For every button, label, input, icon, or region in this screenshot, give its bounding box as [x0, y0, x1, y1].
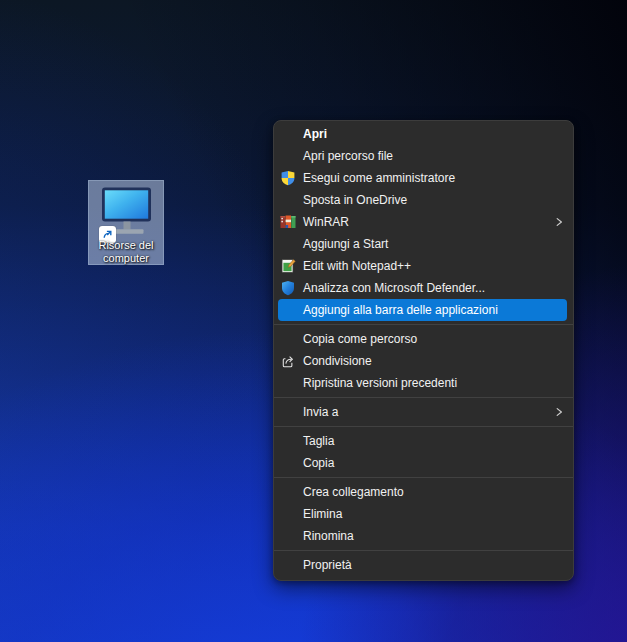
menu-item-analizza-con-microsoft-defender[interactable]: Analizza con Microsoft Defender...: [274, 277, 573, 299]
menu-item-label: Invia a: [303, 405, 338, 419]
menu-separator: [274, 477, 573, 478]
menu-item-label: Aggiungi a Start: [303, 237, 388, 251]
menu-item-apri[interactable]: Apri: [274, 123, 573, 145]
menu-item-label: Elimina: [303, 507, 342, 521]
menu-item-label: Apri: [303, 127, 327, 141]
menu-separator: [274, 324, 573, 325]
menu-separator: [274, 426, 573, 427]
defender-icon: [280, 280, 296, 296]
menu-item-apri-percorso-file[interactable]: Apri percorso file: [274, 145, 573, 167]
menu-item-label: WinRAR: [303, 215, 349, 229]
menu-item-sposta-in-onedrive[interactable]: Sposta in OneDrive: [274, 189, 573, 211]
menu-item-rinomina[interactable]: Rinomina: [274, 525, 573, 547]
menu-item-aggiungi-alla-barra-delle-applicazioni[interactable]: Aggiungi alla barra delle applicazioni: [274, 299, 573, 321]
winrar-icon: [280, 214, 296, 230]
menu-item-label: Rinomina: [303, 529, 354, 543]
submenu-chevron-icon: [554, 407, 564, 417]
menu-item-label: Aggiungi alla barra delle applicazioni: [303, 303, 498, 317]
menu-item-ripristina-versioni-precedenti[interactable]: Ripristina versioni precedenti: [274, 372, 573, 394]
menu-item-aggiungi-a-start[interactable]: Aggiungi a Start: [274, 233, 573, 255]
submenu-chevron-icon: [554, 217, 564, 227]
desktop-icon-label: Risorse del computer: [83, 239, 169, 264]
menu-item-label: Ripristina versioni precedenti: [303, 376, 457, 390]
menu-item-invia-a[interactable]: Invia a: [274, 401, 573, 423]
desktop-icon-risorse-del-computer[interactable]: Risorse del computer: [88, 180, 164, 265]
menu-item-crea-collegamento[interactable]: Crea collegamento: [274, 481, 573, 503]
share-icon: [280, 353, 296, 369]
menu-item-label: Apri percorso file: [303, 149, 393, 163]
menu-item-winrar[interactable]: WinRAR: [274, 211, 573, 233]
uac-shield-icon: [280, 170, 296, 186]
notepadpp-icon: [280, 258, 296, 274]
menu-item-label: Edit with Notepad++: [303, 259, 411, 273]
menu-item-condivisione[interactable]: Condivisione: [274, 350, 573, 372]
menu-item-label: Analizza con Microsoft Defender...: [303, 281, 485, 295]
menu-separator: [274, 397, 573, 398]
menu-item-copia[interactable]: Copia: [274, 452, 573, 474]
menu-item-label: Esegui come amministratore: [303, 171, 455, 185]
menu-item-label: Condivisione: [303, 354, 372, 368]
menu-item-esegui-come-amministratore[interactable]: Esegui come amministratore: [274, 167, 573, 189]
menu-item-label: Sposta in OneDrive: [303, 193, 407, 207]
menu-item-label: Taglia: [303, 434, 334, 448]
menu-item-proprieta[interactable]: Proprietà: [274, 554, 573, 576]
context-menu: Apri Apri percorso file Esegui come ammini…: [273, 120, 574, 581]
menu-item-label: Proprietà: [303, 558, 352, 572]
menu-item-label: Crea collegamento: [303, 485, 404, 499]
menu-item-copia-come-percorso[interactable]: Copia come percorso: [274, 328, 573, 350]
desktop: { "desktop_icon": { "label_line1": "Riso…: [0, 0, 627, 642]
menu-item-elimina[interactable]: Elimina: [274, 503, 573, 525]
menu-separator: [274, 550, 573, 551]
menu-item-taglia[interactable]: Taglia: [274, 430, 573, 452]
menu-item-label: Copia: [303, 456, 334, 470]
menu-item-label: Copia come percorso: [303, 332, 417, 346]
menu-item-edit-with-notepadpp[interactable]: Edit with Notepad++: [274, 255, 573, 277]
